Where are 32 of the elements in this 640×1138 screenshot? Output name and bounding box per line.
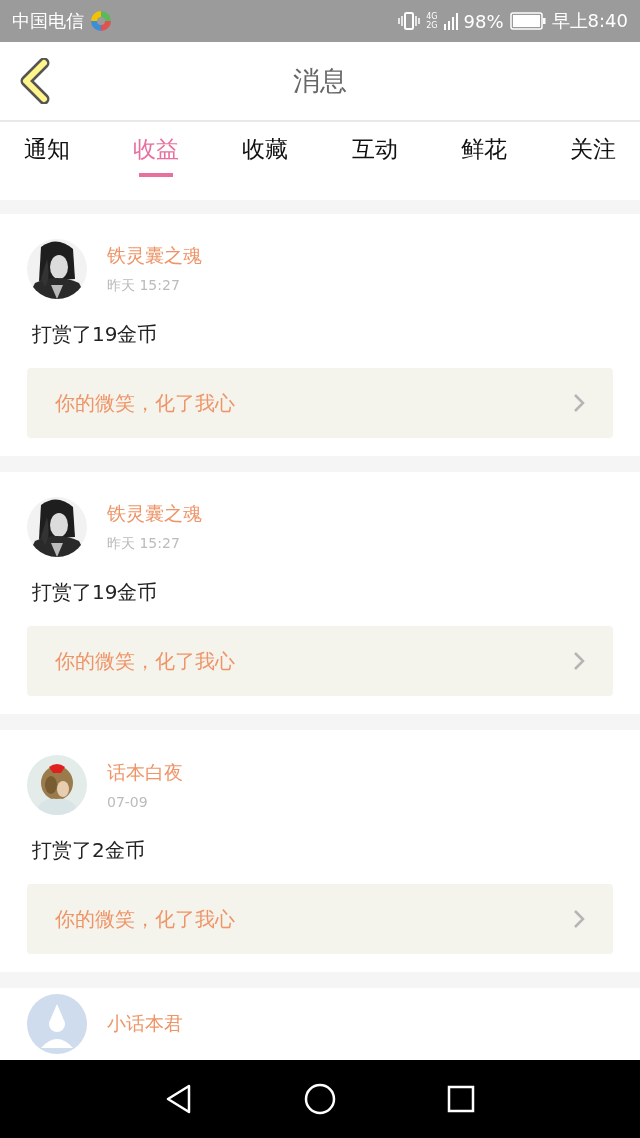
battery-icon: [509, 12, 546, 30]
chevron-right-icon: [573, 393, 585, 413]
tab[interactable]: 鲜花: [446, 122, 521, 194]
vibrate-icon: [398, 10, 421, 32]
tab[interactable]: 互动: [337, 122, 412, 194]
message-time: 07-09: [107, 794, 149, 810]
message-time: 昨天 15:27: [107, 535, 181, 553]
network-label: 2G: [426, 21, 438, 30]
user-name: 话本白夜: [107, 760, 183, 785]
user-name: 铁灵囊之魂: [107, 501, 202, 526]
network-label: 4G: [426, 12, 438, 21]
user-name: 小话本君: [107, 1011, 183, 1036]
back-icon: [18, 58, 50, 104]
user-name: 铁灵囊之魂: [107, 243, 202, 268]
avatar-icon: [27, 994, 87, 1054]
recents-square-icon: [446, 1085, 475, 1113]
battery-percent: 98%: [463, 10, 504, 32]
message-time: 昨天 15:27: [107, 277, 181, 295]
home-circle-icon: [304, 1083, 336, 1115]
tab[interactable]: 关注: [555, 122, 630, 194]
tab[interactable]: 收藏: [228, 122, 303, 194]
chevron-right-icon: [573, 909, 585, 929]
reward-text: 打赏了19金币: [32, 579, 159, 606]
app-logo-icon: [90, 10, 112, 32]
tab[interactable]: 通知: [10, 122, 84, 194]
chevron-right-icon: [573, 651, 585, 671]
reward-text: 打赏了2金币: [32, 837, 146, 864]
page-title: 消息: [293, 64, 347, 98]
carrier-name: 中国电信: [12, 9, 84, 33]
signal-icon: [443, 12, 458, 30]
reward-text: 打赏了19金币: [32, 321, 159, 348]
clock-time: 早上8:40: [551, 9, 628, 33]
